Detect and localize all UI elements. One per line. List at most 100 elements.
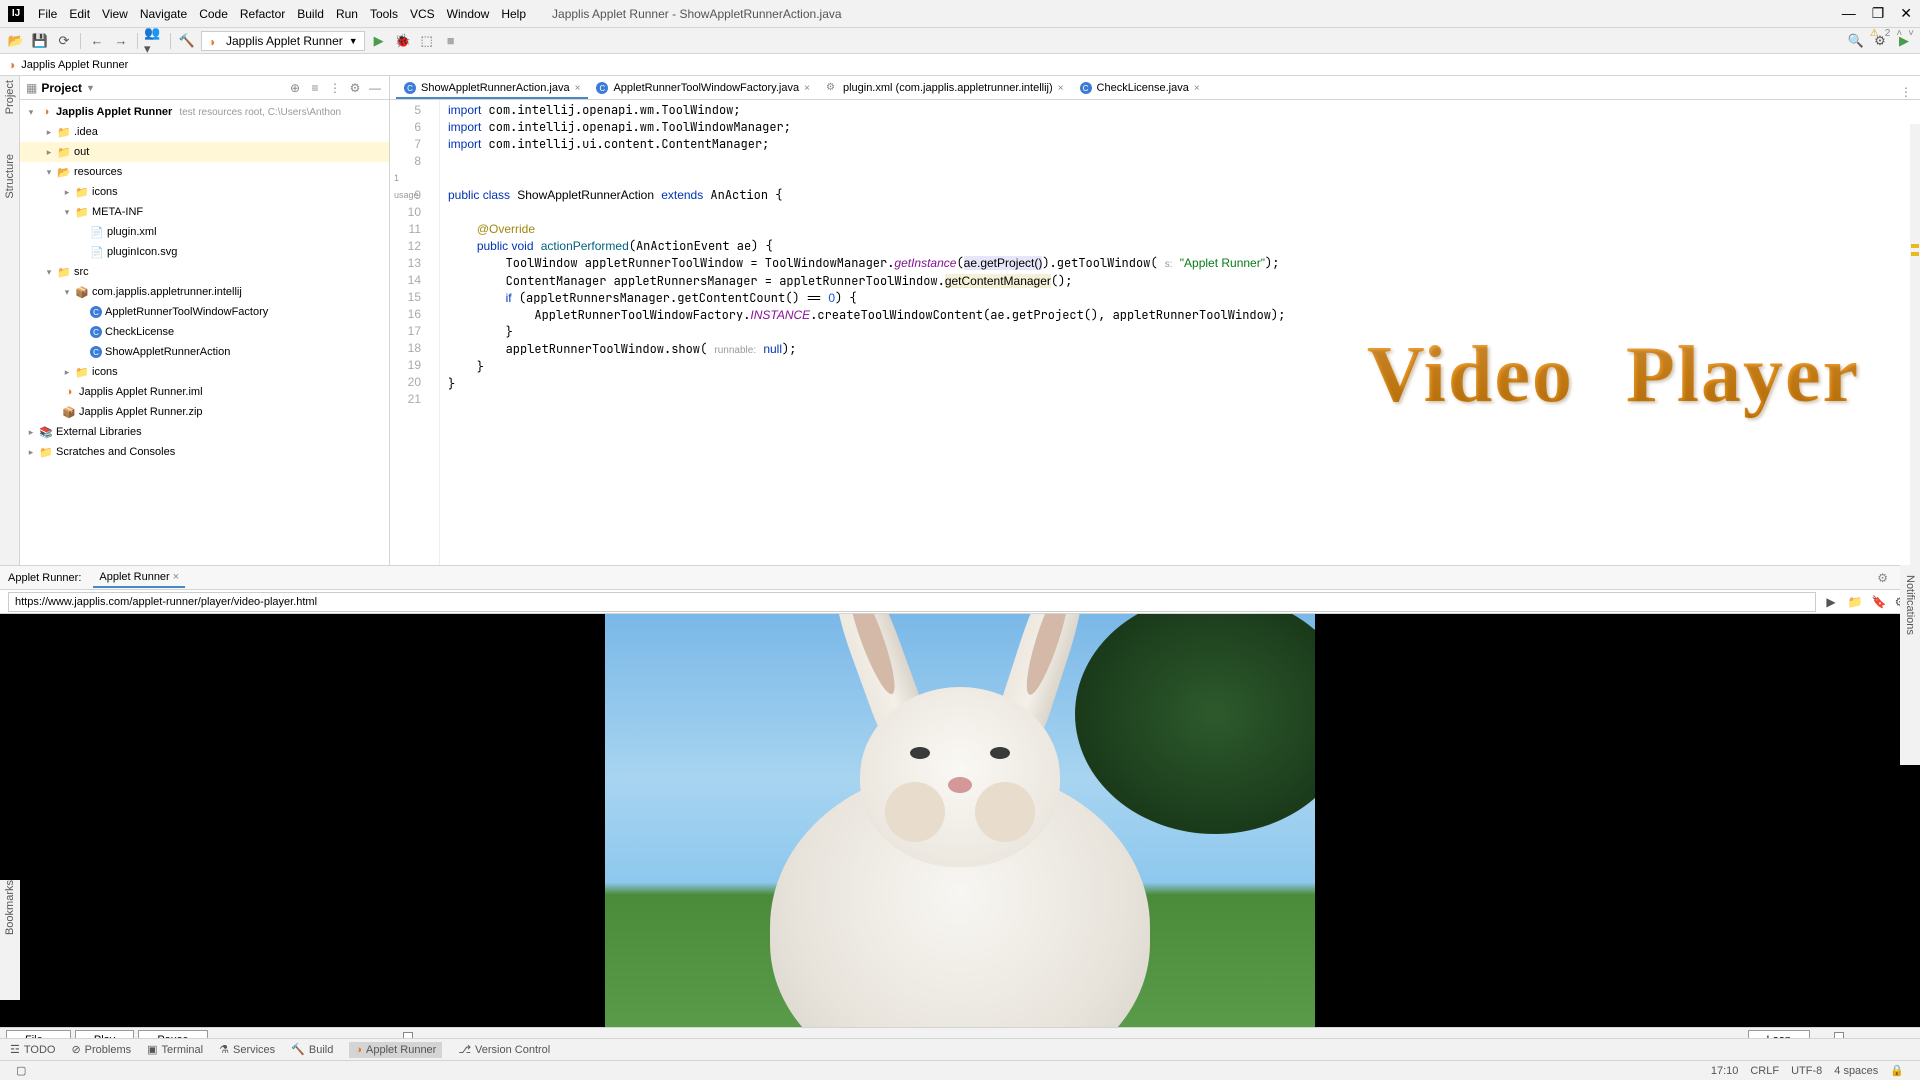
debug-icon[interactable]: 🐞 — [393, 31, 413, 51]
menu-help[interactable]: Help — [495, 7, 532, 21]
project-tree[interactable]: ▾◑ Japplis Applet Runnertest resources r… — [20, 100, 389, 464]
folder-icon[interactable]: 📁 — [1846, 595, 1864, 609]
menu-tools[interactable]: Tools — [364, 7, 404, 21]
close-tab-icon[interactable]: × — [804, 83, 810, 94]
run-icon[interactable]: ▶ — [369, 31, 389, 51]
close-tab-icon[interactable]: × — [1058, 83, 1064, 94]
error-stripe[interactable] — [1910, 124, 1920, 565]
select-opened-icon[interactable]: ⊕ — [287, 80, 303, 96]
gear-icon[interactable]: ⚙ — [347, 80, 363, 96]
close-tab-icon[interactable]: × — [575, 83, 581, 94]
editor-area: C ShowAppletRunnerAction.java× C AppletR… — [390, 76, 1920, 565]
tree-scratches[interactable]: ▸📁Scratches and Consoles — [20, 442, 389, 462]
tool-window-toggle-icon[interactable]: ▢ — [16, 1064, 26, 1077]
gutter[interactable]: 56781 usage9101112131415161718192021 — [390, 100, 440, 565]
indent-setting[interactable]: 4 spaces — [1834, 1065, 1878, 1077]
tooltab-services[interactable]: ⚗Services — [219, 1043, 275, 1056]
menu-navigate[interactable]: Navigate — [134, 7, 193, 21]
run-configuration-combo[interactable]: ◑ Japplis Applet Runner ▼ — [201, 31, 365, 51]
tree-root[interactable]: ▾◑ Japplis Applet Runnertest resources r… — [20, 102, 389, 122]
window-title: Japplis Applet Runner - ShowAppletRunner… — [552, 7, 842, 21]
tooltab-problems[interactable]: ⊘Problems — [71, 1043, 131, 1056]
tooltab-build[interactable]: 🔨Build — [291, 1043, 333, 1056]
menu-code[interactable]: Code — [193, 7, 234, 21]
class-icon: C — [90, 306, 102, 318]
users-icon[interactable]: 👥▾ — [144, 31, 164, 51]
close-icon[interactable]: ✕ — [1900, 5, 1912, 22]
refresh-icon[interactable]: ⟳ — [54, 31, 74, 51]
menu-view[interactable]: View — [96, 7, 134, 21]
hide-icon[interactable]: — — [367, 80, 383, 96]
chevron-down-icon[interactable]: ˅ — [1908, 28, 1914, 39]
menu-build[interactable]: Build — [291, 7, 330, 21]
expand-all-icon[interactable]: ≡ — [307, 80, 323, 96]
editor-tab[interactable]: ⚙ plugin.xml (com.japplis.appletrunner.i… — [818, 79, 1072, 99]
editor-tab-active[interactable]: C ShowAppletRunnerAction.java× — [396, 79, 588, 99]
applet-runner-panel: Applet Runner: Applet Runner × ⚙ — ▶ 📁 🔖… — [0, 565, 1920, 1051]
menu-refactor[interactable]: Refactor — [234, 7, 291, 21]
tab-project[interactable]: Project — [4, 80, 16, 114]
readonly-lock-icon[interactable]: 🔒 — [1890, 1064, 1904, 1077]
tree-node[interactable]: ▸📁icons — [20, 182, 389, 202]
hammer-icon[interactable]: 🔨 — [177, 31, 197, 51]
tab-notifications[interactable]: Notifications — [1904, 575, 1916, 635]
stop-icon[interactable]: ■ — [441, 31, 461, 51]
tree-node[interactable]: ▾📁META-INF — [20, 202, 389, 222]
menu-window[interactable]: Window — [441, 7, 496, 21]
tooltab-applet-runner[interactable]: ◑Applet Runner — [349, 1042, 442, 1058]
forward-icon[interactable]: → — [111, 31, 131, 51]
tree-node[interactable]: ▾📂resources — [20, 162, 389, 182]
tree-node-out[interactable]: ▸📁out — [20, 142, 389, 162]
gear-icon[interactable]: ⚙ — [1877, 571, 1888, 585]
minimize-icon[interactable]: — — [1842, 5, 1856, 22]
back-icon[interactable]: ← — [87, 31, 107, 51]
editor-tab[interactable]: C AppletRunnerToolWindowFactory.java× — [588, 79, 818, 99]
tree-file[interactable]: 📄pluginIcon.svg — [20, 242, 389, 262]
editor-tab[interactable]: C CheckLicense.java× — [1072, 79, 1208, 99]
play-icon[interactable]: ▶ — [1822, 595, 1840, 609]
tree-external-libs[interactable]: ▸📚External Libraries — [20, 422, 389, 442]
file-encoding[interactable]: UTF-8 — [1791, 1065, 1822, 1077]
tree-node[interactable]: ▸📁icons — [20, 362, 389, 382]
breadcrumb-project[interactable]: Japplis Applet Runner — [21, 59, 128, 71]
tab-structure[interactable]: Structure — [4, 154, 16, 199]
tree-class[interactable]: CAppletRunnerToolWindowFactory — [20, 302, 389, 322]
tree-package[interactable]: ▾📦com.japplis.appletrunner.intellij — [20, 282, 389, 302]
tab-bookmarks[interactable]: Bookmarks — [4, 880, 16, 935]
editor-more-icon[interactable]: ⋮ — [1892, 85, 1920, 99]
editor-inspection-status[interactable]: ⚠ 2 ˄ ˅ — [1870, 28, 1914, 39]
tooltab-terminal[interactable]: ▣Terminal — [147, 1043, 203, 1056]
tooltab-vcs[interactable]: ⎇Version Control — [458, 1043, 550, 1056]
tree-file[interactable]: 📦Japplis Applet Runner.zip — [20, 402, 389, 422]
project-tool-window: ▦ Project ▼ ⊕ ≡ ⋮ ⚙ — ▾◑ Japplis Applet … — [20, 76, 390, 565]
search-icon[interactable]: 🔍 — [1846, 31, 1866, 51]
code-editor[interactable]: 56781 usage9101112131415161718192021 imp… — [390, 100, 1920, 565]
menu-vcs[interactable]: VCS — [404, 7, 441, 21]
menu-run[interactable]: Run — [330, 7, 364, 21]
tree-file[interactable]: 📄plugin.xml — [20, 222, 389, 242]
applet-runner-label: Applet Runner: — [8, 572, 81, 584]
tree-node-src[interactable]: ▾📁src — [20, 262, 389, 282]
save-icon[interactable]: 💾 — [30, 31, 50, 51]
cursor-position[interactable]: 17:10 — [1711, 1065, 1739, 1077]
tree-file[interactable]: ◑Japplis Applet Runner.iml — [20, 382, 389, 402]
menu-edit[interactable]: Edit — [63, 7, 96, 21]
class-icon: C — [90, 346, 102, 358]
line-separator[interactable]: CRLF — [1750, 1065, 1779, 1077]
tree-node[interactable]: ▸📁.idea — [20, 122, 389, 142]
open-icon[interactable]: 📂 — [6, 31, 26, 51]
chevron-down-icon[interactable]: ▼ — [86, 83, 95, 93]
applet-runner-tab[interactable]: Applet Runner × — [93, 568, 185, 588]
chevron-up-icon[interactable]: ˄ — [1896, 28, 1902, 39]
close-tab-icon[interactable]: × — [1194, 83, 1200, 94]
tree-class[interactable]: CCheckLicense — [20, 322, 389, 342]
tree-class[interactable]: CShowAppletRunnerAction — [20, 342, 389, 362]
close-tab-icon[interactable]: × — [173, 571, 179, 583]
collapse-all-icon[interactable]: ⋮ — [327, 80, 343, 96]
tooltab-todo[interactable]: ☲TODO — [10, 1043, 55, 1056]
url-input[interactable] — [8, 592, 1816, 612]
coverage-icon[interactable]: ⬚ — [417, 31, 437, 51]
maximize-icon[interactable]: ❐ — [1872, 5, 1885, 22]
menu-file[interactable]: File — [32, 7, 63, 21]
bookmark-icon[interactable]: 🔖 — [1870, 595, 1888, 609]
